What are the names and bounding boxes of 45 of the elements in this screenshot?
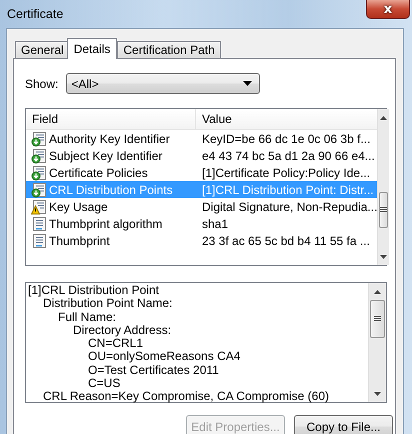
detail-line: Full Name:: [57, 310, 118, 324]
certificate-property-icon: [31, 232, 47, 248]
window-title: Certificate: [7, 7, 64, 21]
tab[interactable]: General: [15, 41, 70, 58]
scrollbar-thumb[interactable]: [379, 192, 388, 228]
close-button[interactable]: x: [366, 0, 410, 19]
detail-line: CRL Reason=Key Compromise, CA Compromise (60): [42, 390, 330, 404]
scroll-down-arrow-icon: [374, 392, 381, 396]
certificate-extension-icon: [31, 182, 47, 198]
certificate-extension-icon: [31, 164, 47, 180]
certificate-extension-icon: [31, 148, 47, 164]
field-value[interactable]: KeyID=be 66 dc 1e 0c 06 3b f...: [196, 132, 370, 146]
detail-line: [1]CRL Distribution Point: [28, 284, 160, 298]
detail-line: CN=CRL1: [88, 337, 144, 350]
field-value[interactable]: 23 3f ac 65 5c bd b4 11 55 fa ...: [196, 234, 370, 248]
copy-to-file-button[interactable]: Copy to File...: [294, 415, 393, 434]
field-name[interactable]: Thumbprint algorithm: [49, 216, 162, 230]
detail-line: C=US: [87, 377, 122, 390]
field-value[interactable]: Digital Signature, Non-Repudia...: [196, 200, 378, 214]
scroll-down-arrow-icon: [380, 254, 388, 258]
column-header[interactable]: Value: [196, 109, 232, 129]
tab[interactable]: Details: [66, 38, 118, 59]
field-name[interactable]: Subject Key Identifier: [49, 148, 162, 162]
column-header[interactable]: Field: [26, 109, 196, 129]
field-name[interactable]: Key Usage: [49, 200, 108, 214]
field-name[interactable]: Certificate Policies: [49, 166, 148, 180]
dropdown-arrow-icon: [243, 81, 252, 86]
certificate-property-icon: [31, 216, 47, 232]
detail-line: Directory Address:: [72, 324, 172, 338]
detail-line: O=Test Certificates 2011: [87, 364, 220, 378]
detail-line: OU=onlySomeReasons CA4: [87, 350, 242, 364]
tab[interactable]: Certification Path: [117, 41, 221, 58]
field-value[interactable]: [1]Certificate Policy:Policy Ide...: [196, 166, 370, 180]
scroll-up-arrow-icon: [374, 290, 381, 294]
scrollbar-thumb[interactable]: [370, 300, 385, 338]
certificate-extension-icon: [31, 130, 47, 146]
field-value[interactable]: e4 43 74 bc 5a d1 2a 90 66 e4...: [196, 148, 375, 162]
field-value[interactable]: sha1: [196, 216, 228, 230]
detail-line: Distribution Point Name:: [43, 297, 174, 311]
scroll-up-arrow-icon: [380, 116, 388, 120]
warning-certificate-icon: [31, 198, 47, 214]
show-dropdown[interactable]: <All>: [66, 73, 260, 94]
field-name[interactable]: Authority Key Identifier: [49, 132, 170, 146]
field-name[interactable]: Thumbprint: [49, 234, 110, 248]
show-label: Show:: [25, 76, 58, 90]
